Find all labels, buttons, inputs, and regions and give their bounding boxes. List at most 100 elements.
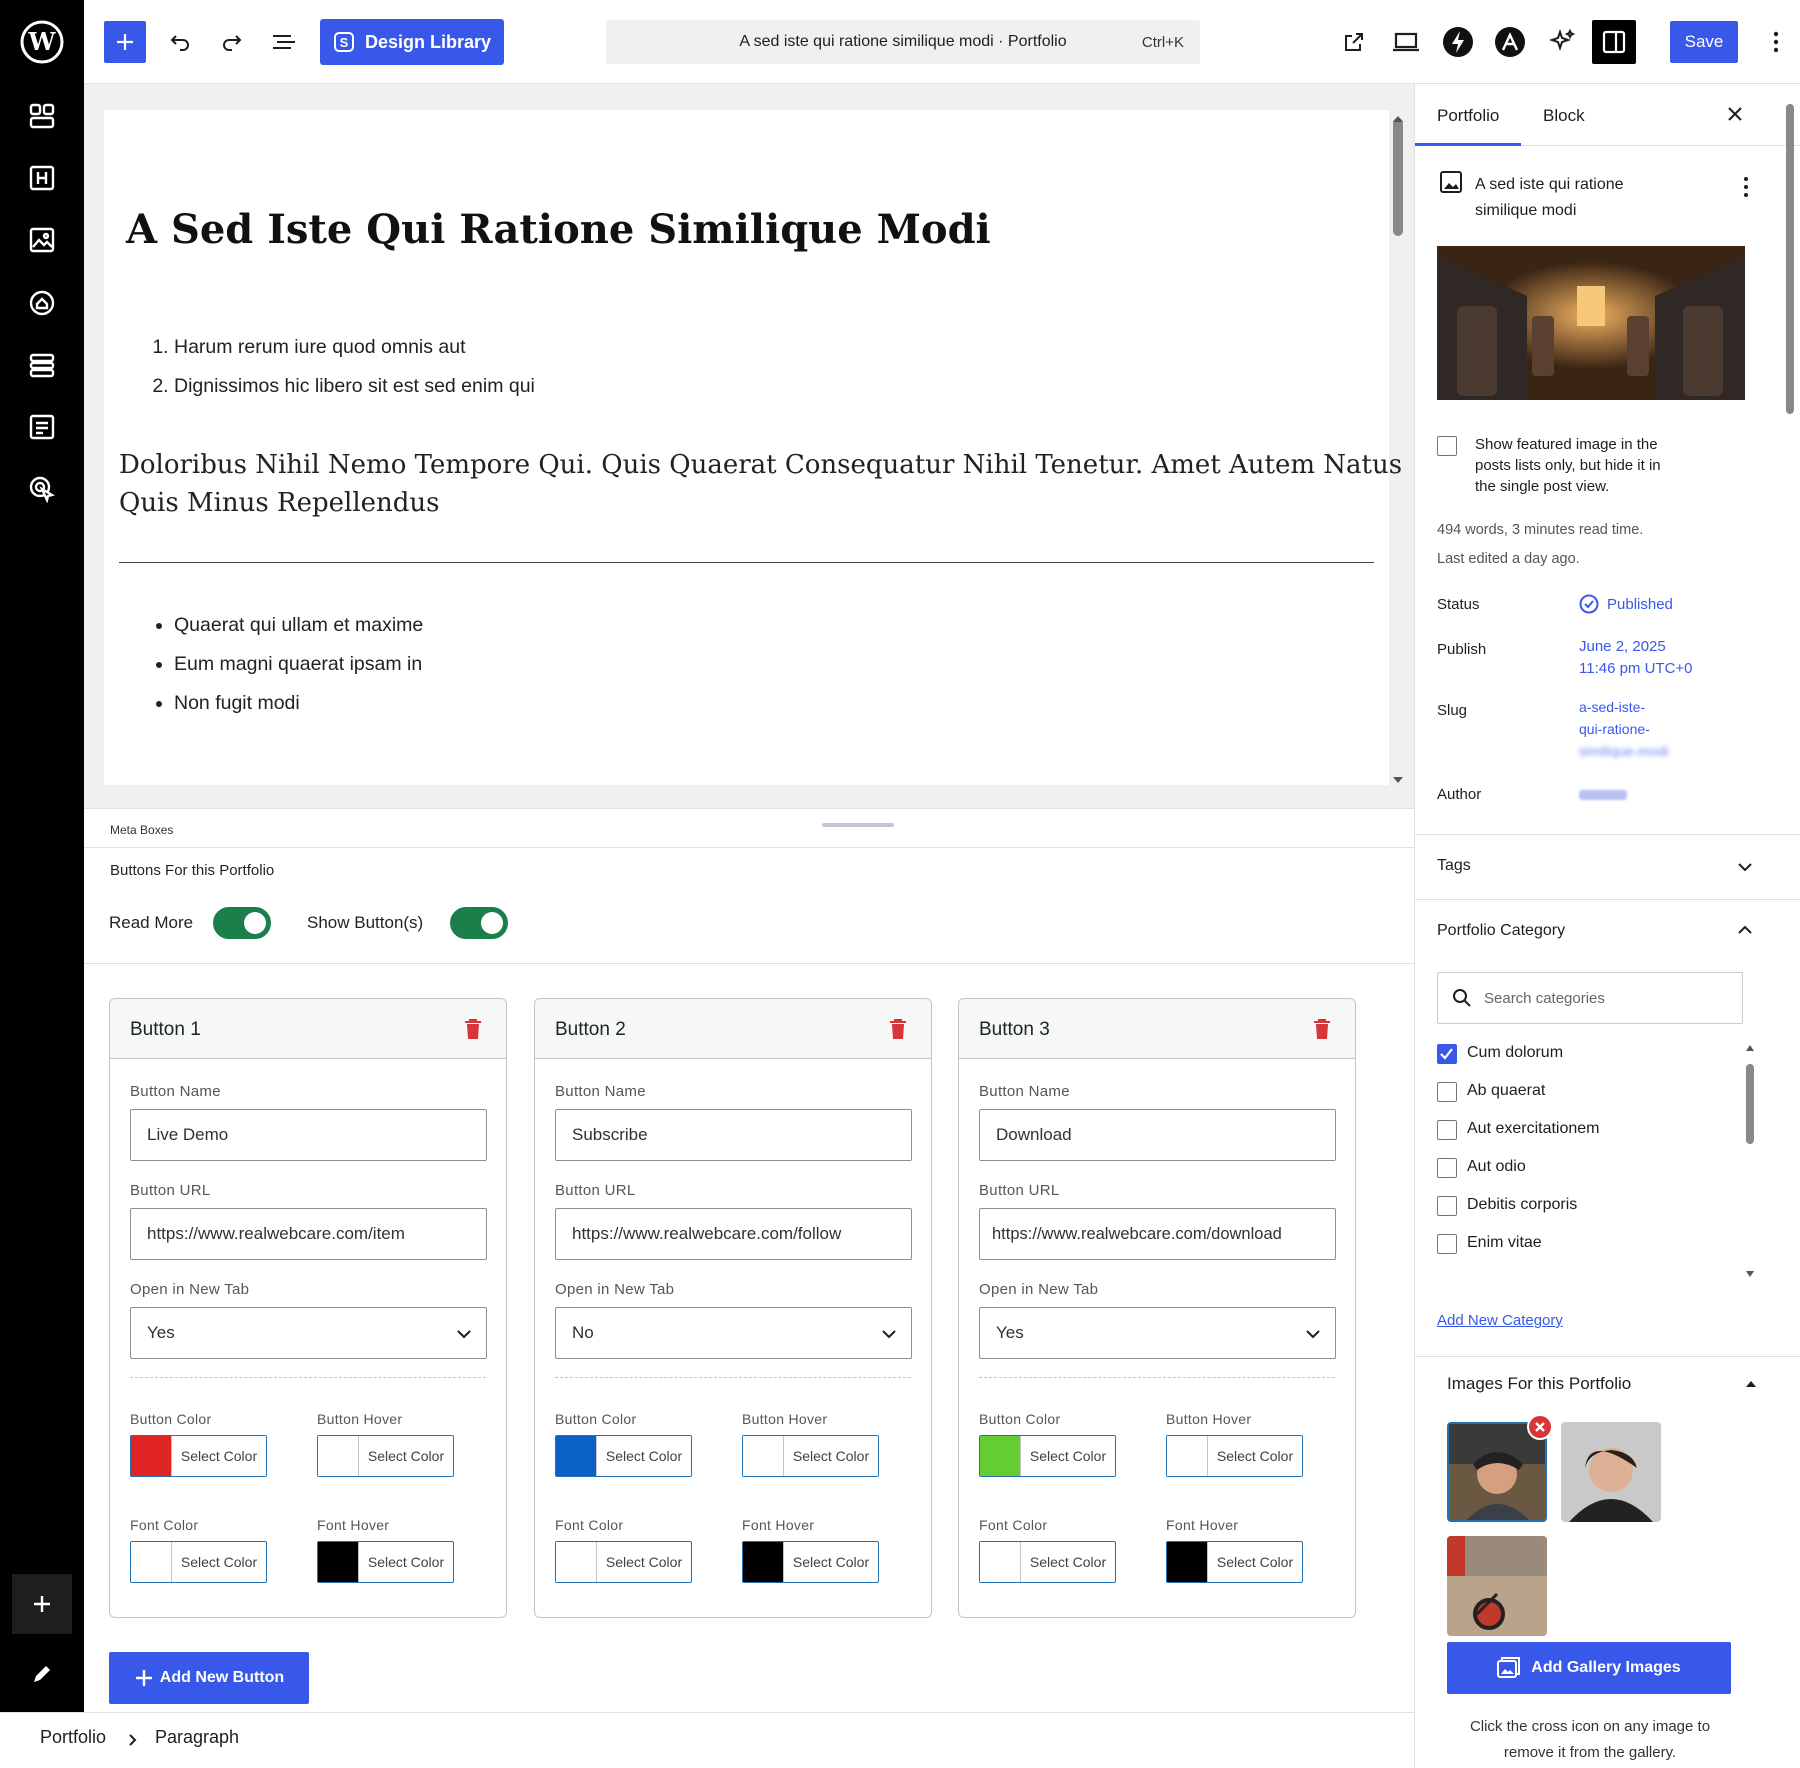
- patterns-icon[interactable]: [20, 94, 64, 138]
- document-icon[interactable]: [20, 405, 64, 449]
- redo-icon[interactable]: [212, 20, 252, 64]
- slug-value[interactable]: a-sed-iste- qui-ratione- similique-modi: [1579, 696, 1668, 762]
- list-item[interactable]: Quaerat qui ullam et maxime: [174, 606, 423, 645]
- list-item[interactable]: Dignissimos hic libero sit est sed enim …: [174, 367, 535, 406]
- scroll-down-icon[interactable]: [1745, 1270, 1755, 1278]
- resize-handle[interactable]: [822, 823, 894, 827]
- trash-icon[interactable]: [1313, 1018, 1331, 1040]
- add-block-icon[interactable]: [12, 1574, 72, 1634]
- category-checkbox[interactable]: [1437, 1158, 1457, 1178]
- more-options-icon[interactable]: [1764, 20, 1788, 64]
- subheading-paragraph[interactable]: Doloribus Nihil Nemo Tempore Qui. Quis Q…: [119, 446, 1402, 522]
- search-categories-input[interactable]: Search categories: [1437, 972, 1743, 1024]
- font-hover-picker[interactable]: Select Color: [317, 1541, 454, 1583]
- font-color-picker[interactable]: Select Color: [555, 1541, 692, 1583]
- author-value[interactable]: [1579, 790, 1627, 800]
- category-panel-toggle[interactable]: Portfolio Category: [1415, 900, 1800, 964]
- command-palette-bar[interactable]: A sed iste qui ratione similique modi · …: [606, 20, 1200, 64]
- button-url-input[interactable]: https://www.realwebcare.com/item: [130, 1208, 487, 1260]
- close-icon[interactable]: [1727, 106, 1743, 122]
- button-hover-picker[interactable]: Select Color: [1166, 1435, 1303, 1477]
- bullet-list[interactable]: Quaerat qui ullam et maxime Eum magni qu…: [149, 606, 423, 723]
- ai-sparkle-icon[interactable]: [1542, 20, 1582, 64]
- site-icon[interactable]: [20, 281, 64, 325]
- design-library-button[interactable]: S Design Library: [320, 19, 504, 65]
- category-checkbox[interactable]: [1437, 1196, 1457, 1216]
- wordpress-logo-icon[interactable]: W: [20, 20, 64, 64]
- divider: [84, 847, 1414, 848]
- list-item[interactable]: Eum magni quaerat ipsam in: [174, 645, 423, 684]
- sidebar-scrollbar[interactable]: [1786, 104, 1794, 414]
- post-content-canvas[interactable]: A Sed Iste Qui Ratione Similique Modi Ha…: [104, 110, 1402, 785]
- gallery-image[interactable]: [1447, 1536, 1547, 1636]
- font-hover-picker[interactable]: Select Color: [1166, 1541, 1303, 1583]
- save-button[interactable]: Save: [1670, 21, 1738, 63]
- breadcrumb-item[interactable]: Paragraph: [155, 1727, 239, 1748]
- tags-panel-toggle[interactable]: Tags: [1415, 835, 1800, 899]
- font-color-picker[interactable]: Select Color: [979, 1541, 1116, 1583]
- heading-block-icon[interactable]: [20, 156, 64, 200]
- read-more-toggle[interactable]: [213, 907, 271, 939]
- category-scrollbar[interactable]: [1746, 1064, 1754, 1144]
- media-icon[interactable]: [20, 218, 64, 262]
- more-options-icon[interactable]: [1743, 176, 1749, 198]
- tab-portfolio[interactable]: Portfolio: [1415, 84, 1521, 146]
- font-color-picker[interactable]: Select Color: [130, 1541, 267, 1583]
- button-hover-picker[interactable]: Select Color: [742, 1435, 879, 1477]
- ordered-list[interactable]: Harum rerum iure quod omnis aut Dignissi…: [149, 328, 535, 406]
- category-checkbox[interactable]: [1437, 1234, 1457, 1254]
- plugin-bolt-icon[interactable]: [1438, 20, 1478, 64]
- new-tab-select[interactable]: No: [555, 1307, 912, 1359]
- button-color-picker[interactable]: Select Color: [555, 1435, 692, 1477]
- scroll-up-icon[interactable]: [1745, 1044, 1755, 1052]
- collapse-triangle-icon[interactable]: [1745, 1380, 1757, 1388]
- gallery-image[interactable]: [1561, 1422, 1661, 1522]
- new-tab-select[interactable]: Yes: [979, 1307, 1336, 1359]
- add-new-category-link[interactable]: Add New Category: [1437, 1312, 1563, 1329]
- device-preview-icon[interactable]: [1386, 20, 1426, 64]
- edit-pencil-icon[interactable]: [20, 1652, 64, 1696]
- block-inserter-button[interactable]: [104, 21, 146, 63]
- layout-icon[interactable]: [20, 343, 64, 387]
- button-url-input[interactable]: https://www.realwebcare.com/download: [979, 1208, 1336, 1260]
- category-checkbox[interactable]: [1437, 1044, 1457, 1064]
- button-color-picker[interactable]: Select Color: [130, 1435, 267, 1477]
- scroll-down-icon[interactable]: [1392, 776, 1404, 784]
- button-color-picker[interactable]: Select Color: [979, 1435, 1116, 1477]
- cursor-click-icon[interactable]: [20, 467, 64, 511]
- list-item[interactable]: Harum rerum iure quod omnis aut: [174, 328, 535, 367]
- remove-image-icon[interactable]: [1527, 1414, 1553, 1440]
- add-gallery-images-button[interactable]: Add Gallery Images: [1447, 1642, 1731, 1694]
- view-post-icon[interactable]: [1334, 20, 1374, 64]
- canvas-scrollbar[interactable]: [1393, 118, 1403, 236]
- new-tab-select[interactable]: Yes: [130, 1307, 487, 1359]
- plugin-a-icon[interactable]: [1490, 20, 1530, 64]
- button-name-input[interactable]: Live Demo: [130, 1109, 487, 1161]
- featured-image-checkbox[interactable]: [1437, 436, 1457, 456]
- publish-date[interactable]: June 2, 2025 11:46 pm UTC+0: [1579, 636, 1693, 680]
- category-list: Cum dolorum Ab quaerat Aut exercitatione…: [1437, 1044, 1737, 1254]
- tab-block[interactable]: Block: [1533, 84, 1613, 146]
- scroll-up-icon[interactable]: [1392, 115, 1404, 123]
- tags-label: Tags: [1437, 857, 1471, 874]
- document-overview-icon[interactable]: [264, 20, 304, 64]
- trash-icon[interactable]: [464, 1018, 482, 1040]
- button-name-input[interactable]: Subscribe: [555, 1109, 912, 1161]
- button-hover-picker[interactable]: Select Color: [317, 1435, 454, 1477]
- add-new-button[interactable]: Add New Button: [109, 1652, 309, 1704]
- trash-icon[interactable]: [889, 1018, 907, 1040]
- category-checkbox[interactable]: [1437, 1082, 1457, 1102]
- button-name-input[interactable]: Download: [979, 1109, 1336, 1161]
- category-checkbox[interactable]: [1437, 1120, 1457, 1140]
- status-value[interactable]: Published: [1579, 594, 1673, 614]
- featured-image[interactable]: [1437, 246, 1745, 400]
- breadcrumb-item[interactable]: Portfolio: [40, 1727, 106, 1748]
- list-item[interactable]: Non fugit modi: [174, 684, 423, 723]
- button-url-input[interactable]: https://www.realwebcare.com/follow: [555, 1208, 912, 1260]
- show-buttons-toggle[interactable]: [450, 907, 508, 939]
- post-title[interactable]: A Sed Iste Qui Ratione Similique Modi: [126, 206, 991, 253]
- new-tab-label: Open in New Tab: [979, 1281, 1099, 1298]
- font-hover-picker[interactable]: Select Color: [742, 1541, 879, 1583]
- undo-icon[interactable]: [160, 20, 200, 64]
- settings-sidebar-toggle-icon[interactable]: [1592, 20, 1636, 64]
